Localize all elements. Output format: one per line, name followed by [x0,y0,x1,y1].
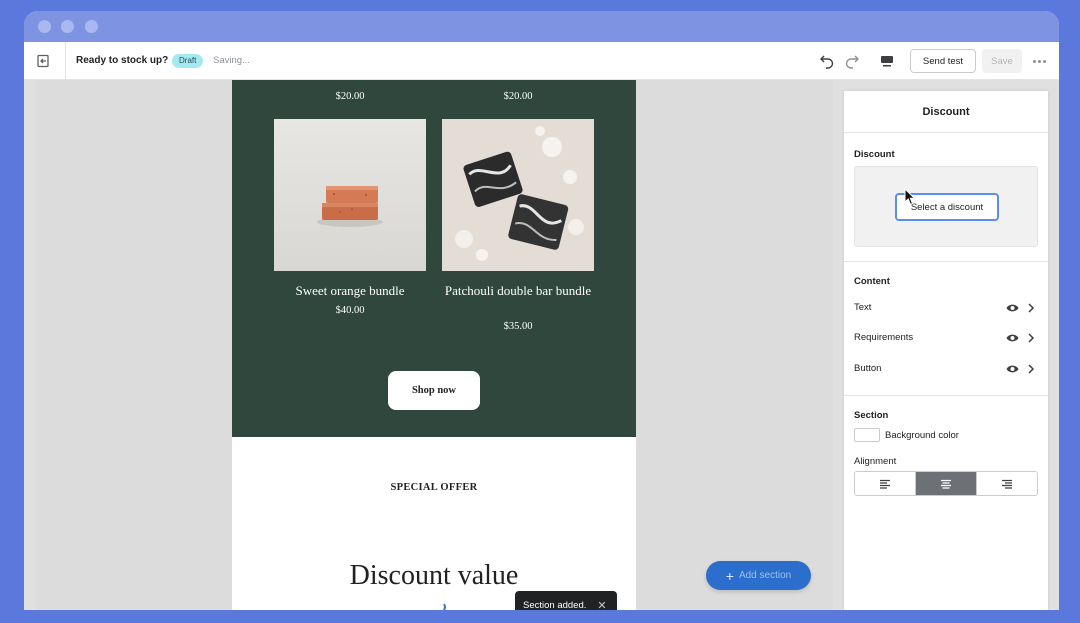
content-row-button[interactable]: Button [854,363,881,374]
special-offer-heading: SPECIAL OFFER [390,482,478,493]
content-heading: Content [854,276,890,287]
discount-picker: Select a discount [854,166,1038,247]
product-image-sweet-orange[interactable] [274,119,426,271]
content-row-text[interactable]: Text [854,302,871,313]
product-price: $35.00 [503,321,533,332]
app-window: Ready to stock up? Draft Saving... Send … [24,11,1059,610]
undo-button[interactable] [818,52,836,70]
email-preview: $20.00 $20.00 Sweet orange bundle $40.00… [232,80,636,610]
desktop-preview-icon [881,56,893,67]
loading-spinner-icon [436,602,446,610]
save-status: Saving... [213,55,250,66]
background-color-swatch[interactable] [854,428,880,442]
product-price-top-right: $20.00 [503,91,533,102]
preview-button[interactable] [878,52,896,70]
close-icon[interactable]: ✕ [597,599,606,610]
panel-divider [844,261,1048,262]
shop-now-button[interactable]: Shop now [388,371,480,410]
mouse-cursor-icon [904,188,916,206]
toolbar-divider [65,42,66,80]
product-name: Sweet orange bundle [295,283,405,298]
chevron-right-icon[interactable] [1027,364,1035,374]
eye-icon[interactable] [1006,333,1019,343]
status-badge: Draft [172,54,204,68]
content-row-requirements[interactable]: Requirements [854,332,913,343]
toast-notification: Section added. ✕ [515,591,617,610]
align-left-button[interactable] [855,472,916,495]
more-dot-icon [1042,59,1046,63]
discount-value-text[interactable]: Discount value [232,560,636,592]
more-dot-icon [1037,59,1041,63]
add-section-button[interactable]: + Add section [706,561,811,590]
align-right-button[interactable] [977,472,1037,495]
panel-title: Discount [844,91,1048,133]
save-button[interactable]: Save [982,49,1022,73]
settings-panel: Discount Discount Select a discount Cont… [844,91,1048,610]
window-dot-zoom[interactable] [85,20,98,33]
email-title: Ready to stock up? [76,55,169,66]
redo-button[interactable] [843,52,861,70]
soap-bar-image [274,119,426,271]
product-name: Patchouli double bar bundle [444,283,592,298]
window-titlebar [24,11,1059,42]
section-heading: Section [854,410,889,421]
more-actions-button[interactable] [1028,53,1050,69]
alignment-segmented-control [854,471,1038,496]
background-color-label: Background color [885,430,959,441]
eye-icon[interactable] [1006,303,1019,313]
send-test-button[interactable]: Send test [910,49,976,73]
window-dot-minimize[interactable] [61,20,74,33]
plus-icon: + [725,567,734,584]
eye-icon[interactable] [1006,364,1019,374]
product-price-top-left: $20.00 [335,91,365,102]
discount-heading: Discount [854,149,895,160]
product-image-patchouli[interactable] [442,119,594,271]
product-section[interactable]: $20.00 $20.00 Sweet orange bundle $40.00… [232,80,636,437]
window-dot-close[interactable] [38,20,51,33]
product-price: $40.00 [335,305,365,316]
redo-icon [845,55,859,69]
more-dot-icon [1032,59,1036,63]
panel-divider [844,395,1048,396]
marble-soap-image [442,119,594,271]
right-align-icon [1002,479,1012,489]
exit-icon [37,54,49,68]
editor-toolbar: Ready to stock up? Draft Saving... Send … [24,42,1059,80]
align-center-button[interactable] [916,472,977,495]
chevron-right-icon[interactable] [1027,333,1035,343]
editor-canvas: $20.00 $20.00 Sweet orange bundle $40.00… [35,80,833,610]
center-align-icon [941,479,951,489]
exit-editor-button[interactable] [34,51,54,71]
toast-message: Section added. [523,600,587,610]
undo-icon [820,55,834,69]
add-section-label: Add section [738,570,792,581]
alignment-heading: Alignment [854,456,897,467]
left-align-icon [880,479,890,489]
chevron-right-icon[interactable] [1027,303,1035,313]
